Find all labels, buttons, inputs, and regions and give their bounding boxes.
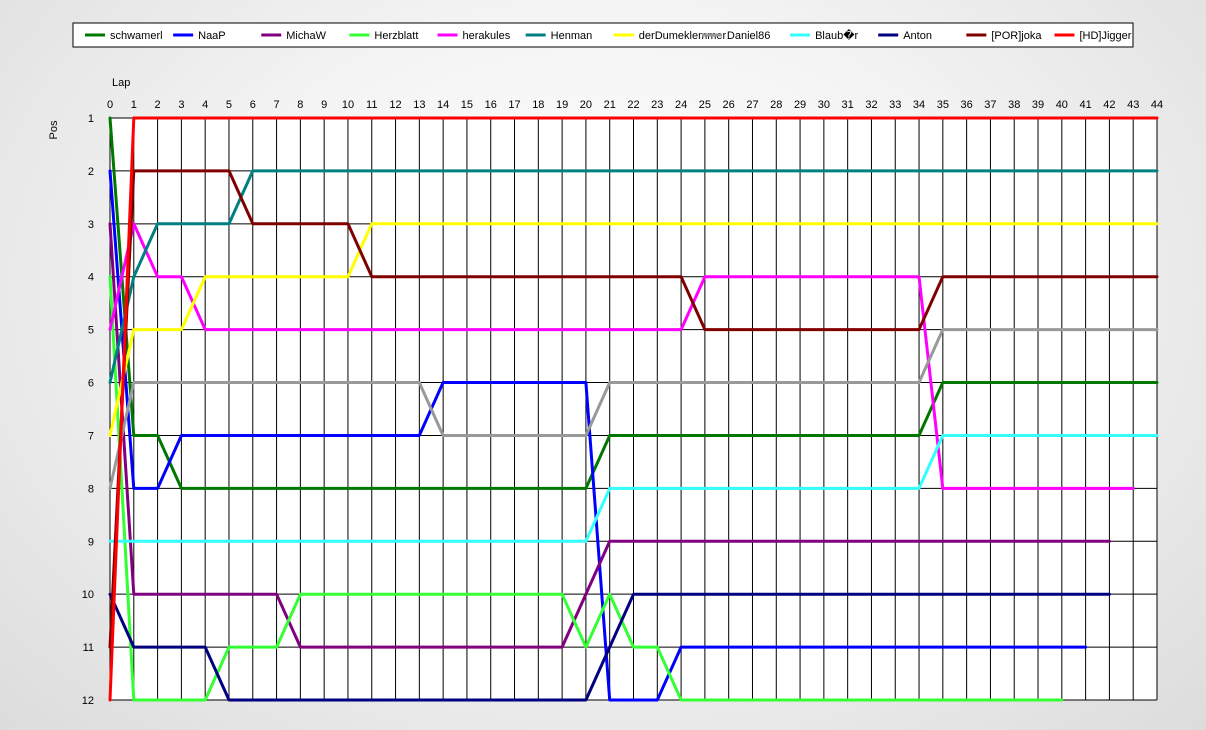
y-tick-label: 10 bbox=[82, 589, 94, 601]
y-tick-label: 5 bbox=[88, 325, 94, 337]
y-tick-label: 6 bbox=[88, 378, 94, 390]
legend-label-1: NaaP bbox=[198, 30, 226, 42]
x-tick-label: 39 bbox=[1032, 99, 1044, 111]
legend-label-4: herakules bbox=[463, 30, 511, 42]
x-tick-label: 25 bbox=[699, 99, 711, 111]
x-tick-label: 30 bbox=[818, 99, 830, 111]
x-tick-label: 41 bbox=[1079, 99, 1091, 111]
y-tick-label: 1 bbox=[88, 113, 94, 125]
x-tick-label: 3 bbox=[178, 99, 184, 111]
legend-label-11: [HD]Jigger bbox=[1079, 30, 1131, 42]
x-tick-label: 19 bbox=[556, 99, 568, 111]
x-tick-label: 6 bbox=[250, 99, 256, 111]
x-tick-label: 44 bbox=[1151, 99, 1163, 111]
x-tick-label: 22 bbox=[627, 99, 639, 111]
x-tick-label: 16 bbox=[485, 99, 497, 111]
x-tick-label: 8 bbox=[297, 99, 303, 111]
x-tick-label: 13 bbox=[413, 99, 425, 111]
x-tick-label: 26 bbox=[723, 99, 735, 111]
y-tick-label: 8 bbox=[88, 483, 94, 495]
x-tick-label: 1 bbox=[131, 99, 137, 111]
x-tick-label: 27 bbox=[746, 99, 758, 111]
x-tick-label: 11 bbox=[366, 99, 377, 111]
x-tick-label: 42 bbox=[1103, 99, 1115, 111]
x-tick-label: 0 bbox=[107, 99, 113, 111]
x-tick-label: 12 bbox=[389, 99, 401, 111]
race-position-chart: 0 1 2 3 4 5 6 7 8 9 10 11 12 13 14 15 16 17 18 19 20 21 22 23 24… bbox=[48, 22, 1163, 707]
x-tick-label: 36 bbox=[961, 99, 973, 111]
y-axis-title: Pos bbox=[48, 120, 60, 139]
legend-label-3: Herzblatt bbox=[374, 30, 418, 42]
x-tick-label: 37 bbox=[984, 99, 996, 111]
legend-label-10: [POR]joka bbox=[991, 30, 1042, 42]
legend-label-9: Anton bbox=[903, 30, 932, 42]
x-axis-title: Lap bbox=[112, 77, 130, 89]
legend-label-7: Daniel86 bbox=[727, 30, 770, 42]
chart-root: 0 1 2 3 4 5 6 7 8 9 10 11 12 13 14 15 16 17 18 19 20 21 22 23 24… bbox=[0, 0, 1206, 730]
legend-label-2: MichaW bbox=[286, 30, 326, 42]
y-tick-label: 7 bbox=[88, 430, 94, 442]
x-tick-label: 31 bbox=[842, 99, 854, 111]
y-tick-label: 11 bbox=[83, 642, 94, 654]
x-tick-label: 28 bbox=[770, 99, 782, 111]
legend-label-0: schwamerl bbox=[110, 30, 163, 42]
x-tick-label: 21 bbox=[604, 99, 616, 111]
legend-label-5: Henman bbox=[551, 30, 593, 42]
x-tick-label: 20 bbox=[580, 99, 592, 111]
y-tick-label: 2 bbox=[88, 166, 94, 178]
x-tick-label: 18 bbox=[532, 99, 544, 111]
x-tick-label: 14 bbox=[437, 99, 449, 111]
x-tick-label: 43 bbox=[1127, 99, 1139, 111]
y-tick-label: 4 bbox=[88, 272, 94, 284]
x-tick-label: 7 bbox=[274, 99, 280, 111]
legend-label-8: Blaub�r bbox=[815, 28, 858, 42]
y-tick-label: 9 bbox=[88, 536, 94, 548]
x-tick-label: 4 bbox=[202, 99, 208, 111]
x-tick-label: 24 bbox=[675, 99, 687, 111]
x-tick-label: 17 bbox=[508, 99, 520, 111]
x-tick-label: 23 bbox=[651, 99, 663, 111]
y-tick-label: 3 bbox=[88, 219, 94, 231]
x-tick-label: 29 bbox=[794, 99, 806, 111]
x-tick-label: 34 bbox=[913, 99, 925, 111]
x-tick-label: 40 bbox=[1056, 99, 1068, 111]
x-tick-label: 38 bbox=[1008, 99, 1020, 111]
x-tick-label: 15 bbox=[461, 99, 473, 111]
x-tick-label: 10 bbox=[342, 99, 354, 111]
x-tick-label: 33 bbox=[889, 99, 901, 111]
y-tick-label: 12 bbox=[82, 695, 94, 707]
x-tick-label: 9 bbox=[321, 99, 327, 111]
x-tick-label: 2 bbox=[155, 99, 161, 111]
x-tick-label: 32 bbox=[865, 99, 877, 111]
x-tick-label: 5 bbox=[226, 99, 232, 111]
x-tick-label: 35 bbox=[937, 99, 949, 111]
